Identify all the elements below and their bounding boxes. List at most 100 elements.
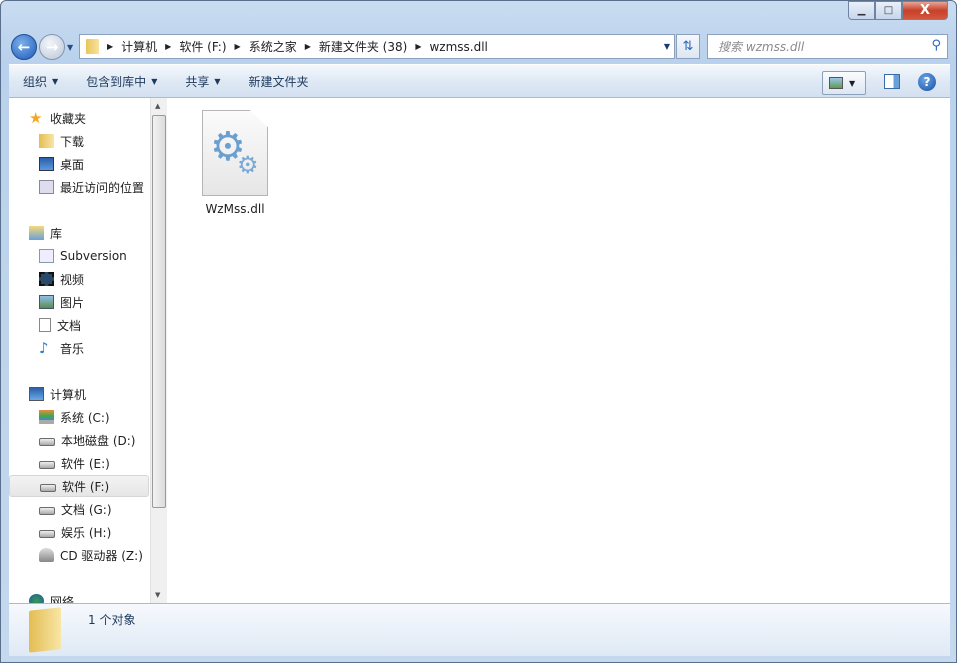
nav-item-music[interactable]: ♪ 音乐 — [9, 337, 149, 359]
organize-label: 组织 — [23, 74, 48, 89]
hard-drive-icon — [39, 530, 55, 538]
chevron-down-icon: ▼ — [151, 76, 158, 86]
forward-button[interactable]: → — [39, 34, 65, 60]
crumb-label: 软件 (F:) — [179, 40, 227, 54]
new-folder-button[interactable]: 新建文件夹 — [235, 73, 323, 90]
computer-icon — [29, 387, 44, 401]
chevron-down-icon: ▼ — [52, 76, 59, 86]
recent-pages-dropdown[interactable]: ▼ — [67, 43, 73, 52]
desktop-icon — [39, 157, 54, 171]
nav-item-recent[interactable]: 最近访问的位置 — [9, 176, 149, 198]
nav-scrollbar[interactable]: ▲ ▼ — [150, 98, 167, 603]
help-button[interactable]: ? — [918, 73, 936, 91]
hard-drive-icon — [39, 507, 55, 515]
nav-libraries[interactable]: 库 — [9, 222, 149, 244]
nav-label: 文档 — [57, 318, 82, 333]
nav-label: 库 — [50, 226, 63, 241]
nav-item-downloads[interactable]: 下载 — [9, 130, 149, 152]
breadcrumb-xitong[interactable]: 系统之家 — [249, 38, 297, 55]
breadcrumb-drive-f[interactable]: 软件 (F:) — [179, 38, 226, 55]
nav-computer[interactable]: 计算机 — [9, 383, 149, 405]
nav-item-drive-e[interactable]: 软件 (E:) — [9, 452, 149, 474]
folder-icon — [86, 39, 99, 54]
nav-item-documents[interactable]: 文档 — [9, 314, 149, 336]
minimize-button[interactable]: ▁ — [848, 1, 875, 20]
navigation-buttons: ← → ▼ — [11, 34, 73, 60]
recent-places-icon — [39, 180, 54, 194]
scrollbar-thumb[interactable] — [152, 115, 166, 508]
breadcrumb-new-folder[interactable]: 新建文件夹 (38) — [319, 38, 407, 55]
breadcrumb-wzmss[interactable]: wzmss.dll — [429, 40, 487, 54]
file-item[interactable]: ⚙ ⚙ WzMss.dll — [197, 110, 273, 216]
nav-network[interactable]: 网络 — [9, 590, 149, 603]
nav-item-drive-h[interactable]: 娱乐 (H:) — [9, 521, 149, 543]
include-in-library-button[interactable]: 包含到库中 ▼ — [72, 73, 171, 90]
include-label: 包含到库中 — [86, 74, 147, 89]
search-input[interactable]: 搜索 wzmss.dll ⚲ — [707, 34, 948, 59]
hard-drive-icon — [40, 484, 56, 492]
star-icon: ★ — [29, 109, 43, 127]
address-dropdown-icon[interactable]: ▼ — [664, 42, 670, 51]
chevron-down-icon[interactable]: ▼ — [849, 79, 855, 88]
nav-item-drive-f[interactable]: 软件 (F:) — [9, 475, 149, 497]
video-icon — [39, 272, 54, 286]
search-placeholder: 搜索 wzmss.dll — [718, 40, 805, 54]
nav-label: 软件 (F:) — [62, 479, 110, 494]
cd-drive-icon — [39, 548, 54, 562]
change-view-button[interactable]: ▼ — [822, 71, 866, 95]
nav-item-subversion[interactable]: Subversion — [9, 245, 149, 267]
breadcrumb-computer[interactable]: 计算机 — [121, 38, 157, 55]
crumb-label: 计算机 — [121, 40, 158, 54]
nav-label: 最近访问的位置 — [60, 180, 145, 195]
hard-drive-icon — [39, 438, 55, 446]
crumb-label: wzmss.dll — [429, 39, 488, 54]
nav-label: 网络 — [50, 594, 75, 604]
nav-label: 音乐 — [60, 341, 85, 356]
share-button[interactable]: 共享 ▼ — [171, 73, 234, 90]
library-icon — [29, 226, 44, 240]
address-bar[interactable]: ▶ 计算机 ▶ 软件 (F:) ▶ 系统之家 ▶ 新建文件夹 (38) ▶ wz… — [79, 34, 675, 59]
search-icon[interactable]: ⚲ — [931, 38, 941, 53]
chevron-right-icon[interactable]: ▶ — [165, 42, 171, 51]
back-button[interactable]: ← — [11, 34, 37, 60]
organize-button[interactable]: 组织 ▼ — [9, 73, 72, 90]
new-folder-label: 新建文件夹 — [248, 74, 309, 89]
nav-item-desktop[interactable]: 桌面 — [9, 153, 149, 175]
system-drive-icon — [39, 410, 54, 424]
preview-pane-button[interactable] — [884, 74, 900, 89]
nav-label: 桌面 — [60, 157, 85, 172]
nav-item-pictures[interactable]: 图片 — [9, 291, 149, 313]
nav-label: 收藏夹 — [50, 111, 87, 126]
chevron-right-icon[interactable]: ▶ — [415, 42, 421, 51]
file-name: WzMss.dll — [205, 202, 265, 216]
chevron-right-icon[interactable]: ▶ — [235, 42, 241, 51]
dll-gear-icon: ⚙ ⚙ — [202, 110, 268, 196]
scroll-up-icon[interactable]: ▲ — [155, 102, 160, 110]
nav-label: 娱乐 (H:) — [61, 525, 112, 540]
refresh-button[interactable]: ⇅ — [676, 34, 700, 59]
nav-label: 文档 (G:) — [61, 502, 112, 517]
explorer-window: ▁ □ X ← → ▼ ▶ 计算机 ▶ 软件 (F:) ▶ 系统之家 ▶ 新建文… — [0, 0, 957, 663]
close-button[interactable]: X — [902, 1, 948, 20]
caption-buttons: ▁ □ X — [848, 1, 948, 20]
maximize-button[interactable]: □ — [875, 1, 902, 20]
nav-item-videos[interactable]: 视频 — [9, 268, 149, 290]
scroll-down-icon[interactable]: ▼ — [155, 591, 160, 599]
nav-label: 软件 (E:) — [61, 456, 110, 471]
nav-item-cd-drive[interactable]: CD 驱动器 (Z:) — [9, 544, 149, 566]
nav-label: 视频 — [60, 272, 85, 287]
nav-item-drive-d[interactable]: 本地磁盘 (D:) — [9, 429, 149, 451]
file-list: ⚙ ⚙ WzMss.dll — [167, 98, 950, 603]
nav-label: 系统 (C:) — [60, 410, 110, 425]
subversion-icon — [39, 249, 54, 263]
crumb-label: 系统之家 — [248, 40, 297, 54]
nav-favorites[interactable]: ★ 收藏夹 — [9, 107, 149, 129]
nav-item-drive-g[interactable]: 文档 (G:) — [9, 498, 149, 520]
nav-item-drive-c[interactable]: 系统 (C:) — [9, 406, 149, 428]
nav-label: Subversion — [60, 249, 127, 263]
folder-icon — [29, 607, 61, 653]
chevron-right-icon[interactable]: ▶ — [305, 42, 311, 51]
chevron-right-icon[interactable]: ▶ — [107, 42, 113, 51]
navigation-pane: ★ 收藏夹 下载 桌面 最近访问的位置 库 Subversion 视频 图片 文档… — [9, 98, 150, 603]
pictures-icon — [39, 295, 54, 309]
